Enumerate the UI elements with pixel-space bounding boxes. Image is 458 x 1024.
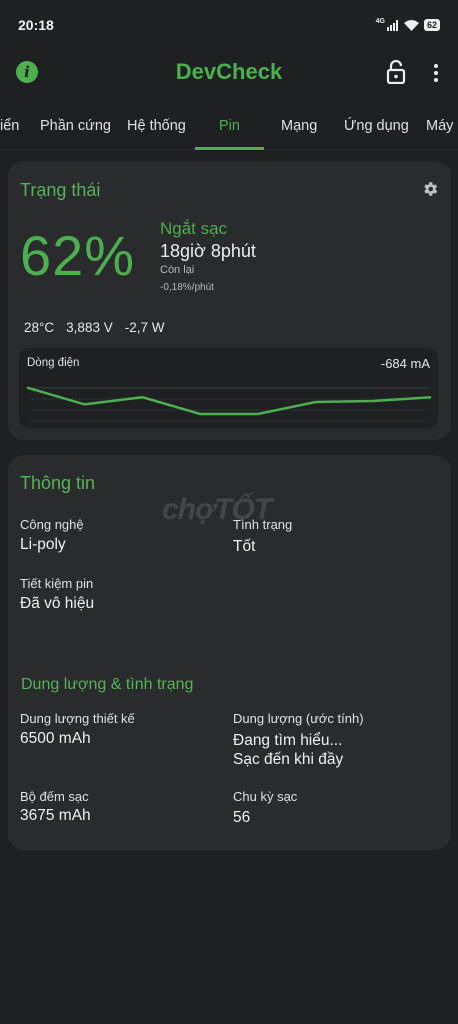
tab-network[interactable]: Mạng [281,118,317,134]
voltage: 3,883 V [66,320,113,335]
technology-label: Công nghệ [20,517,84,532]
signal-icon [386,19,398,31]
tab-hardware[interactable]: Phần cứng [40,118,111,134]
info-card: Thông tin chợTỐT Công nghệ Li-poly Tình … [8,455,451,850]
discharge-rate: -0,18%/phút [160,282,214,293]
cycle-count-label: Chu kỳ sạc [233,789,298,804]
unlock-icon[interactable] [385,60,407,84]
info-card-title: Thông tin [20,473,96,493]
current-value: -684 mA [380,356,430,371]
status-card: Trạng thái 62% Ngắt sạc 18giờ 8phút Còn … [8,161,451,440]
charge-counter-label: Bộ đếm sạc [20,789,89,804]
battery-stats: 28°C 3,883 V -2,7 W [24,320,164,335]
estimated-capacity-note: Sạc đến khi đầy [233,751,344,768]
tab-battery[interactable]: Pin [219,118,240,134]
tab-camera-partial[interactable]: Máy ả [426,118,458,134]
charge-counter-value: 3675 mAh [20,807,91,824]
capacity-section-title: Dung lượng & tình trạng [21,676,194,693]
current-label: Dòng điện [27,357,80,369]
design-capacity-value: 6500 mAh [20,730,91,747]
gear-icon[interactable] [421,180,439,198]
cycle-count-value: 56 [233,809,251,826]
power: -2,7 W [124,320,165,335]
status-time: 20:18 [18,17,54,33]
status-card-title: Trạng thái [20,180,101,200]
wifi-icon [403,19,419,31]
technology-value: Li-poly [20,536,66,553]
app-bar: i DevCheck [0,50,458,96]
active-tab-indicator [195,147,264,150]
battery-indicator: 62 [423,19,440,31]
tab-bar: iển Phần cứng Hệ thống Pin Mạng Ứng dụng… [0,104,458,150]
health-label: Tình trạng [233,517,293,532]
estimated-capacity-value: Đang tìm hiểu... [233,732,343,749]
time-remaining: 18giờ 8phút [160,241,256,261]
battery-saver-label: Tiết kiệm pin [20,576,94,591]
tab-apps[interactable]: Ứng dụng [344,118,409,134]
tab-system[interactable]: Hệ thống [127,118,186,134]
status-icons: 4G 62 [375,18,440,31]
more-options-icon[interactable] [428,62,444,84]
tab-partial-left[interactable]: iển [0,118,19,134]
battery-percent: 62% [20,224,136,287]
estimated-capacity-label: Dung lượng (ước tính) [233,711,364,726]
design-capacity-label: Dung lượng thiết kế [20,711,135,726]
current-chart [26,386,432,422]
health-value: Tốt [233,538,256,555]
network-type: 4G [375,18,385,25]
temperature: 28°C [24,320,55,335]
status-bar: 20:18 4G 62 [0,0,458,50]
charge-state: Ngắt sạc [160,219,228,238]
current-graph: Dòng điện -684 mA [19,348,438,428]
battery-saver-value: Đã vô hiệu [20,595,95,612]
time-remaining-label: Còn lại [160,264,195,276]
